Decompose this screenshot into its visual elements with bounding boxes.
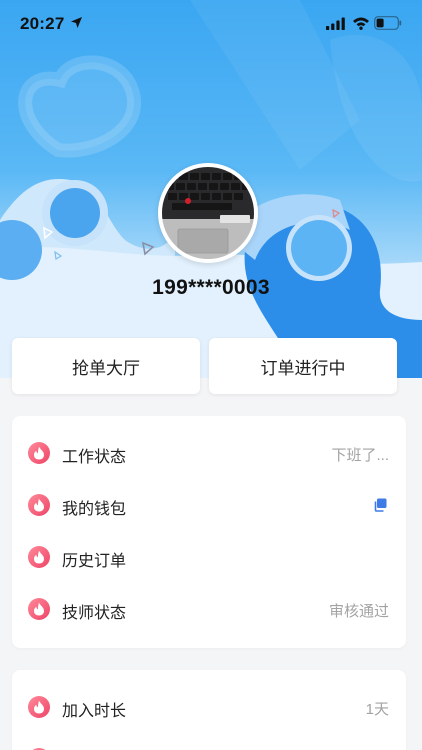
menu-item-label: 技师状态	[62, 605, 127, 622]
flame-icon	[28, 696, 50, 718]
cellular-signal-icon	[326, 17, 346, 35]
joined-duration-value: 1天	[365, 701, 389, 718]
menu-item-wallet[interactable]: 我的钱包	[12, 479, 406, 531]
order-hall-button[interactable]: 抢单大厅	[12, 338, 200, 394]
user-phone-number: 199****0003	[152, 276, 270, 299]
status-time: 20:27	[20, 14, 65, 33]
profile-screen: 20:27 199****0003 抢单大厅 订单进行中 工作状态 下班了...…	[0, 0, 422, 750]
technician-status-value: 审核通过	[328, 603, 389, 620]
orders-in-progress-button[interactable]: 订单进行中	[209, 338, 397, 394]
menu-item-label: 加入时长	[62, 703, 127, 720]
menu-group-primary: 工作状态 下班了... 我的钱包 历史订单 技师状态 审核通过	[12, 416, 406, 648]
menu-item-technician-status[interactable]: 技师状态 审核通过	[12, 583, 406, 635]
flame-icon	[28, 442, 50, 464]
menu-group-secondary: 加入时长 1天	[12, 670, 406, 750]
flame-icon	[28, 598, 50, 620]
menu-item-work-status[interactable]: 工作状态 下班了...	[12, 427, 406, 479]
wifi-icon	[352, 16, 370, 35]
flame-icon	[28, 546, 50, 568]
menu-item-label: 历史订单	[62, 553, 127, 570]
user-avatar[interactable]	[158, 163, 258, 263]
flame-icon	[28, 494, 50, 516]
menu-item-joined-duration[interactable]: 加入时长 1天	[12, 681, 406, 733]
status-bar: 20:27	[0, 0, 422, 48]
battery-icon	[374, 16, 402, 35]
copy-icon[interactable]	[373, 498, 387, 517]
menu-item-order-history[interactable]: 历史订单	[12, 531, 406, 583]
menu-item-next-partial[interactable]	[12, 733, 406, 750]
menu-item-label: 工作状态	[62, 449, 127, 466]
work-status-value: 下班了...	[331, 447, 389, 464]
menu-item-label: 我的钱包	[62, 501, 127, 518]
location-arrow-icon	[70, 16, 83, 34]
